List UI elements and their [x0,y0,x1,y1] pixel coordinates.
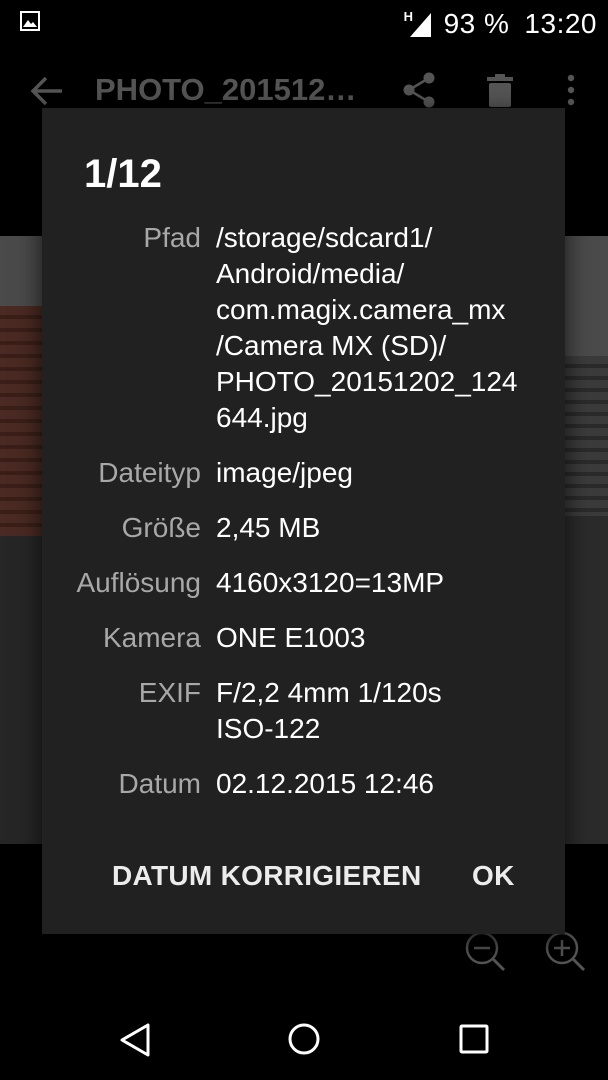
detail-label: Auflösung [76,567,201,598]
photo-roof-left [0,306,44,536]
detail-label: Kamera [102,622,201,653]
dialog-actions: DATUM KORRIGIEREN OK [42,852,565,902]
detail-row-resolution: Auflösung 4160x3120=13MP [42,565,565,601]
photo-title: PHOTO_201512… [95,72,357,107]
navigation-bar [0,998,608,1080]
detail-value-filetype: image/jpeg [216,457,353,488]
nav-back-icon[interactable] [118,1022,152,1058]
fix-date-button[interactable]: DATUM KORRIGIEREN [108,852,425,900]
detail-value-path: /storage/sdcard1/ Android/media/ com.mag… [216,222,518,433]
detail-label: Dateityp [98,457,201,488]
nav-recents-icon[interactable] [459,1024,489,1054]
details-table: Pfad /storage/sdcard1/ Android/media/ co… [42,220,565,821]
detail-row-date: Datum 02.12.2015 12:46 [42,766,565,802]
dialog-title: 1/12 [84,152,162,196]
more-icon[interactable] [560,72,582,108]
detail-value-date: 02.12.2015 12:46 [216,768,434,799]
detail-label: Pfad [143,222,201,253]
zoom-in-icon[interactable] [544,930,586,972]
detail-row-camera: Kamera ONE E1003 [42,620,565,656]
detail-value-resolution: 4160x3120=13MP [216,567,445,598]
photo-roof-right [564,356,608,516]
signal-icon: H [404,9,434,39]
status-right: H 93 % 13:20 [404,4,597,44]
clock: 13:20 [524,8,597,39]
detail-label: Größe [121,512,201,543]
gallery-notification-icon [20,11,40,31]
detail-row-size: Größe 2,45 MB [42,510,565,546]
screen: H 93 % 13:20 PHOTO_201512… 1/12 Pfad /st… [0,0,608,1080]
detail-row-exif: EXIF F/2,2 4mm 1/120s ISO-122 [42,675,565,747]
detail-value-exif: F/2,2 4mm 1/120s ISO-122 [216,677,442,744]
zoom-out-icon[interactable] [464,930,506,972]
battery-percent: 93 % [443,8,510,39]
details-dialog: 1/12 Pfad /storage/sdcard1/ Android/medi… [42,108,565,934]
share-icon[interactable] [402,72,436,108]
detail-row-path: Pfad /storage/sdcard1/ Android/media/ co… [42,220,565,436]
nav-home-icon[interactable] [287,1022,321,1056]
delete-icon[interactable] [486,72,514,108]
detail-value-size: 2,45 MB [216,512,321,543]
ok-button[interactable]: OK [468,852,519,900]
detail-label: EXIF [138,677,201,708]
detail-label: Datum [118,768,201,799]
detail-value-camera: ONE E1003 [216,622,366,653]
detail-row-filetype: Dateityp image/jpeg [42,455,565,491]
status-bar: H 93 % 13:20 [0,0,608,48]
back-arrow-icon[interactable] [28,72,66,110]
